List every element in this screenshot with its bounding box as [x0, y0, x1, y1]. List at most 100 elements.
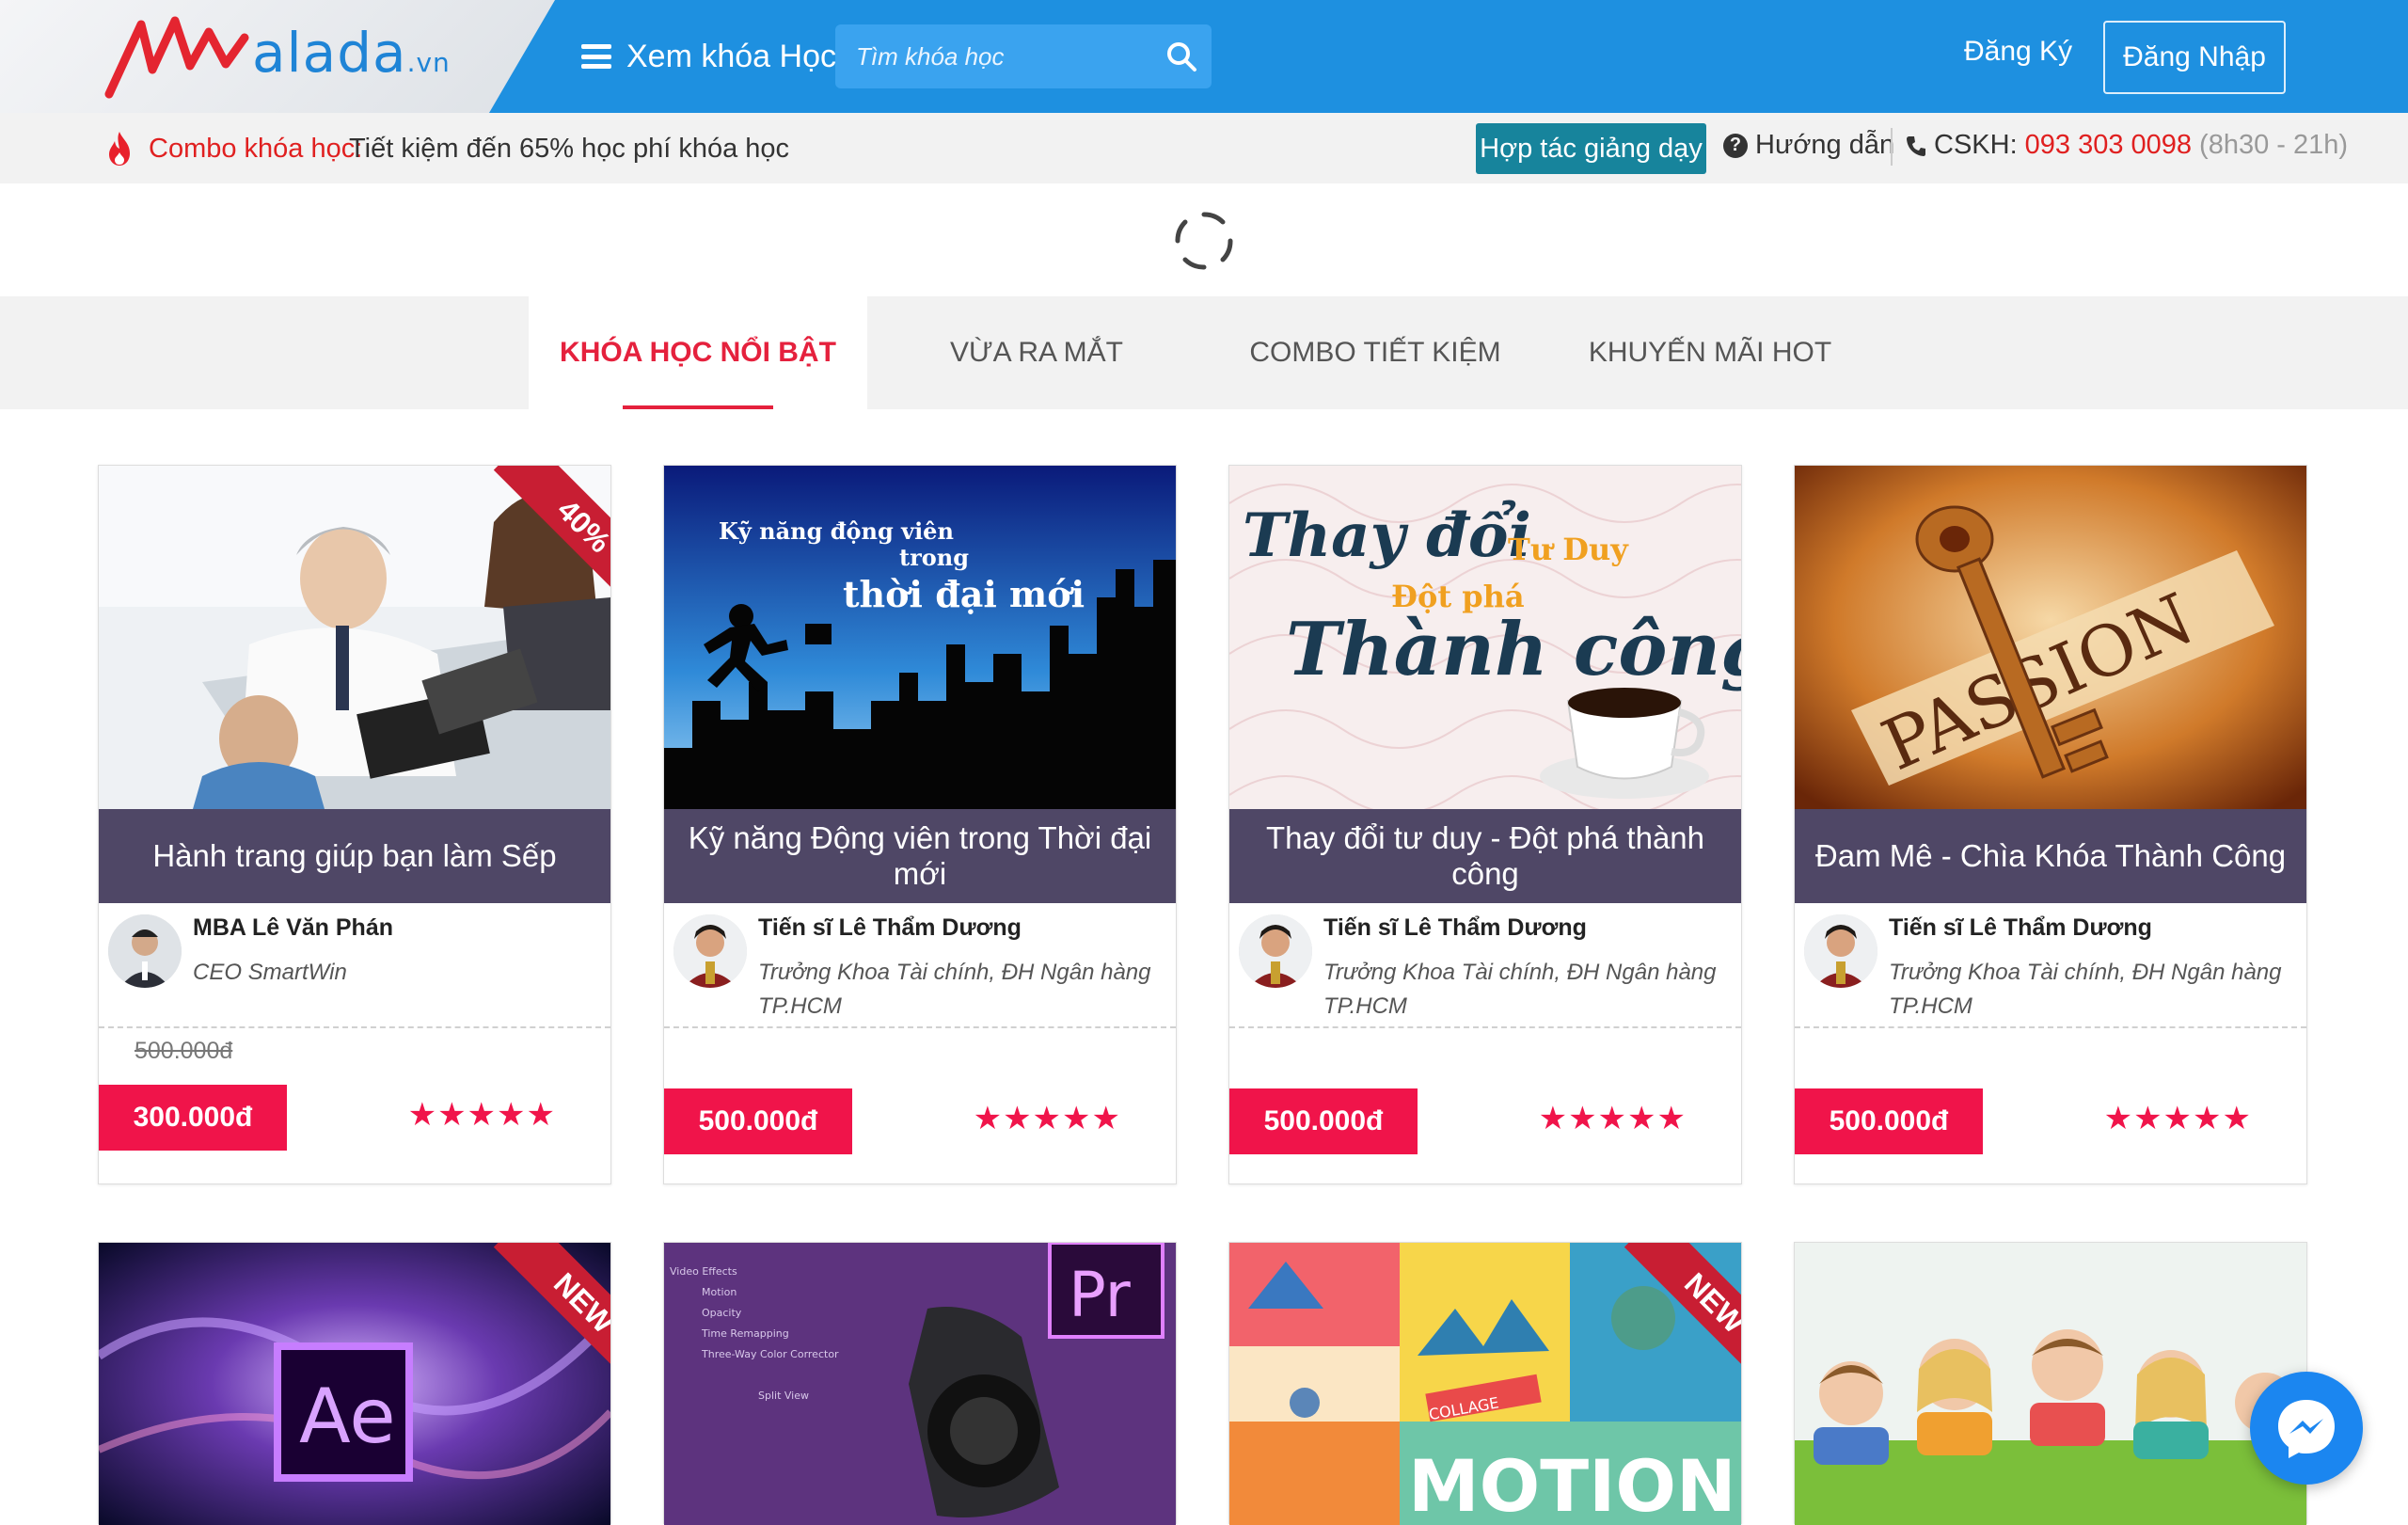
discount-ribbon: 40%: [460, 466, 610, 616]
search-input[interactable]: [835, 24, 1155, 88]
course-card[interactable]: PASSION Đam Mê - Chìa Khóa Thành Công Ti…: [1794, 465, 2307, 1184]
course-tabs: KHÓA HỌC NỔI BẬT VỪA RA MẮT COMBO TIẾT K…: [0, 296, 2408, 409]
course-title[interactable]: Đam Mê - Chìa Khóa Thành Công: [1795, 809, 2306, 903]
customer-support: CSKH: 093 303 0098 (8h30 - 21h): [1906, 130, 2348, 161]
login-button[interactable]: Đăng Nhập: [2103, 21, 2286, 94]
loading-spinner-icon: [1175, 212, 1233, 270]
tab-label: VỪA RA MẮT: [950, 337, 1123, 368]
active-tab-indicator: [623, 405, 773, 409]
rating-stars: ★★★★★: [407, 1097, 556, 1133]
search-box: [835, 24, 1212, 88]
course-card[interactable]: Thay đổi Tư Duy Đột phá Thành công Thay …: [1228, 465, 1742, 1184]
image-caption: Time Remapping: [701, 1327, 789, 1340]
tab-label: KHUYẾN MÃI HOT: [1588, 337, 1832, 368]
course-card[interactable]: Video Effects Motion Opacity Time Remapp…: [663, 1242, 1177, 1525]
promo-bar: Combo khóa học: Tiết kiệm đến 65% học ph…: [0, 113, 2408, 183]
tab-label: COMBO TIẾT KIỆM: [1249, 337, 1501, 368]
sale-price: 500.000đ: [1795, 1088, 1983, 1154]
fire-icon: [109, 132, 130, 166]
signup-link[interactable]: Đăng Ký: [1964, 36, 2072, 68]
messenger-chat-button[interactable]: [2250, 1372, 2363, 1485]
rating-stars: ★★★★★: [973, 1101, 1121, 1136]
instructor-title: Trưởng Khoa Tài chính, ĐH Ngân hàng TP.H…: [758, 960, 1151, 1019]
price-area: 500.000đ ★★★★★: [664, 1028, 1176, 1183]
guide-link[interactable]: ? Hướng dẫn: [1723, 130, 1894, 161]
rating-stars: ★★★★★: [1538, 1101, 1687, 1136]
cskh-hours: (8h30 - 21h): [2199, 130, 2349, 160]
browse-courses-button[interactable]: Xem khóa Học: [581, 28, 836, 85]
instructor-info: Tiến sĩ Lê Thẩm Dương Trưởng Khoa Tài ch…: [1795, 903, 2306, 1028]
image-caption: Video Effects: [670, 1265, 737, 1278]
price-area: 500.000đ ★★★★★: [1229, 1028, 1741, 1183]
cskh-label: CSKH:: [1934, 130, 2018, 160]
tab-featured[interactable]: KHÓA HỌC NỔI BẬT: [529, 296, 867, 409]
course-card[interactable]: Kỹ năng động viên trong thời đại mới Kỹ …: [663, 465, 1177, 1184]
divider: [1891, 128, 1893, 166]
combo-description[interactable]: Tiết kiệm đến 65% học phí khóa học: [349, 134, 789, 165]
image-caption: Kỹ năng động viên: [719, 517, 954, 545]
course-card[interactable]: Ae NEW: [98, 1242, 611, 1525]
new-badge: NEW: [1624, 1243, 1741, 1393]
image-caption: Thành công: [1286, 607, 1741, 692]
tab-new-release[interactable]: VỪA RA MẮT: [867, 296, 1206, 409]
phone-icon: [1907, 135, 1925, 156]
tab-combo[interactable]: COMBO TIẾT KIỆM: [1206, 296, 1545, 409]
course-title[interactable]: Kỹ năng Động viên trong Thời đại mới: [664, 809, 1176, 903]
image-caption: Thay đổi: [1243, 500, 1531, 571]
image-caption: Opacity: [702, 1307, 742, 1319]
instructor-avatar: [1239, 914, 1312, 988]
course-card[interactable]: COLLAGE MOTION NEW: [1228, 1242, 1742, 1525]
new-ribbon: NEW: [1591, 1243, 1741, 1393]
sale-price: 300.000đ: [99, 1085, 287, 1151]
instructor-info: MBA Lê Văn Phán CEO SmartWin: [99, 903, 610, 1028]
course-thumbnail[interactable]: 40%: [99, 466, 610, 809]
course-thumbnail[interactable]: Thay đổi Tư Duy Đột phá Thành công: [1229, 466, 1741, 809]
tab-hot-promo[interactable]: KHUYẾN MÃI HOT: [1545, 296, 1876, 409]
instructor-title: Trưởng Khoa Tài chính, ĐH Ngân hàng TP.H…: [1889, 960, 2282, 1019]
price-area: 500.000đ 300.000đ ★★★★★: [99, 1028, 610, 1183]
happy-kids-image: [1795, 1243, 2306, 1525]
logo-text[interactable]: alada.vn: [252, 21, 451, 85]
instructor-title: Trưởng Khoa Tài chính, ĐH Ngân hàng TP.H…: [1323, 960, 1717, 1019]
image-caption: Pr: [1069, 1259, 1132, 1331]
course-title[interactable]: Thay đổi tư duy - Đột phá thành công: [1229, 809, 1741, 903]
instructor-info: Tiến sĩ Lê Thẩm Dương Trưởng Khoa Tài ch…: [1229, 903, 1741, 1028]
course-thumbnail[interactable]: Kỹ năng động viên trong thời đại mới: [664, 466, 1176, 809]
image-caption: Motion: [702, 1286, 737, 1298]
course-thumbnail[interactable]: Video Effects Motion Opacity Time Remapp…: [664, 1243, 1176, 1525]
instructor-name: Tiến sĩ Lê Thẩm Dương: [1889, 914, 2152, 941]
course-card[interactable]: [1794, 1242, 2307, 1525]
question-circle-icon: ?: [1723, 133, 1748, 158]
search-icon[interactable]: [1164, 40, 1198, 73]
course-card[interactable]: 40% Hành trang giúp bạn làm Sếp MBA Lê V…: [98, 465, 611, 1184]
course-title[interactable]: Hành trang giúp bạn làm Sếp: [99, 809, 610, 903]
new-badge: NEW: [493, 1243, 610, 1393]
menu-icon: [581, 44, 611, 69]
guide-label: Hướng dẫn: [1755, 130, 1895, 160]
discount-badge: 40%: [493, 466, 610, 616]
instructor-name: MBA Lê Văn Phán: [193, 914, 393, 941]
cskh-phone[interactable]: 093 303 0098: [2025, 130, 2192, 161]
top-header: alada.vn Xem khóa Học Đăng Ký Đăng Nhập: [0, 0, 2408, 113]
browse-courses-label: Xem khóa Học: [626, 38, 836, 74]
instructor-info: Tiến sĩ Lê Thẩm Dương Trưởng Khoa Tài ch…: [664, 903, 1176, 1028]
instructor-name: Tiến sĩ Lê Thẩm Dương: [758, 914, 1022, 941]
instructor-avatar: [673, 914, 747, 988]
price-area: 500.000đ ★★★★★: [1795, 1028, 2306, 1183]
tab-label: KHÓA HỌC NỔI BẬT: [560, 337, 836, 368]
course-thumbnail[interactable]: Ae NEW: [99, 1243, 610, 1525]
course-thumbnail[interactable]: COLLAGE MOTION NEW: [1229, 1243, 1741, 1525]
image-caption: MOTION: [1408, 1444, 1736, 1525]
image-caption: trong: [899, 544, 969, 571]
course-thumbnail[interactable]: PASSION: [1795, 466, 2306, 809]
image-caption: Three-Way Color Corrector: [701, 1348, 839, 1360]
teaching-partnership-button[interactable]: Hợp tác giảng dạy: [1476, 123, 1706, 174]
city-silhouette-image: Kỹ năng động viên trong thời đại mới: [664, 466, 1176, 809]
new-ribbon: NEW: [460, 1243, 610, 1393]
instructor-title: CEO SmartWin: [193, 960, 347, 985]
course-thumbnail[interactable]: [1795, 1243, 2306, 1525]
combo-label[interactable]: Combo khóa học:: [149, 134, 362, 165]
passion-key-image: PASSION: [1795, 466, 2306, 809]
image-caption: Tư Duy: [1508, 532, 1629, 567]
premiere-pro-image: Video Effects Motion Opacity Time Remapp…: [664, 1243, 1176, 1525]
